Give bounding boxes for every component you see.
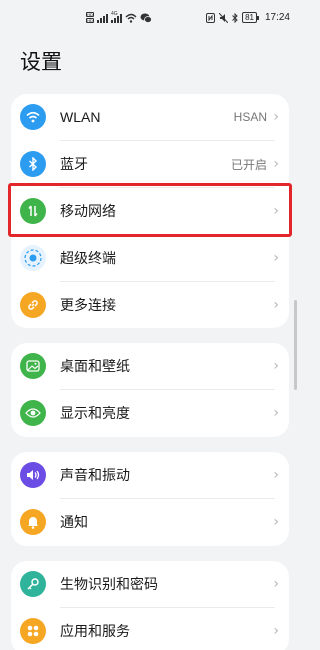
chevron-right-icon: › [273,250,279,266]
settings-item-value: HSAN [233,110,267,124]
settings-group-display: 桌面和壁纸 › 显示和亮度 › [11,343,289,437]
signal-icon-1 [97,13,108,23]
wechat-icon [140,13,152,23]
link-icon [20,292,46,318]
super-device-icon [20,245,46,271]
chevron-right-icon: › [273,576,279,592]
scrollbar[interactable] [294,300,297,390]
bell-icon [20,509,46,535]
chevron-right-icon: › [273,467,279,483]
bluetooth-icon [20,151,46,177]
nfc-icon [206,12,216,23]
settings-item-label: 桌面和壁纸 [60,358,130,374]
battery-level: 81 [242,12,259,23]
sim2-label: HD [86,18,94,23]
settings-item-label: 显示和亮度 [60,405,130,421]
highlight-box [8,183,292,237]
settings-item-label: 超级终端 [60,250,116,266]
status-time: 17:24 [264,12,290,23]
apps-icon [20,618,46,644]
settings-item-more-connections[interactable]: 更多连接 › [11,282,289,328]
settings-item-apps-services[interactable]: 应用和服务 › [11,608,289,650]
wallpaper-icon [20,353,46,379]
mute-icon [219,12,229,23]
chevron-right-icon: › [273,156,279,172]
signal-icon-2: 4G [111,10,122,23]
page-title: 设置 [20,51,62,74]
chevron-right-icon: › [273,514,279,530]
settings-item-label: 应用和服务 [60,623,130,639]
settings-group-sound: 声音和振动 › 通知 › [11,452,289,546]
bluetooth-status-icon [232,12,238,23]
settings-item-label: 声音和振动 [60,467,130,483]
chevron-right-icon: › [273,405,279,421]
sim1-label: HD [86,12,94,17]
settings-item-super-device[interactable]: 超级终端 › [11,235,289,281]
settings-item-biometrics-password[interactable]: 生物识别和密码 › [11,561,289,607]
eye-icon [20,400,46,426]
sim-indicator-icon: HD HD [86,12,94,23]
settings-item-bluetooth[interactable]: 蓝牙 已开启 › [11,141,289,187]
settings-group-security: 生物识别和密码 › 应用和服务 › [11,561,289,650]
chevron-right-icon: › [273,358,279,374]
status-signals: HD HD 4G [86,10,152,23]
settings-item-label: WLAN [60,109,101,125]
sound-icon [20,462,46,488]
chevron-right-icon: › [273,297,279,313]
wifi-icon [20,104,46,130]
status-right: 81 17:24 [206,12,290,23]
settings-item-label: 通知 [60,514,88,530]
key-icon [20,571,46,597]
settings-item-label: 生物识别和密码 [60,576,158,592]
chevron-right-icon: › [273,109,279,125]
settings-item-label: 蓝牙 [60,156,88,172]
wifi-status-icon [125,13,137,23]
network-type-label: 4G [111,10,118,17]
settings-item-sound-vibration[interactable]: 声音和振动 › [11,452,289,498]
settings-item-wlan[interactable]: WLAN HSAN › [11,94,289,140]
settings-item-label: 更多连接 [60,297,116,313]
chevron-right-icon: › [273,623,279,639]
settings-item-home-wallpaper[interactable]: 桌面和壁纸 › [11,343,289,389]
settings-item-notifications[interactable]: 通知 › [11,499,289,545]
settings-item-display-brightness[interactable]: 显示和亮度 › [11,390,289,436]
settings-item-value: 已开启 [230,157,267,172]
status-bar: HD HD 4G 81 17:24 [0,0,300,36]
